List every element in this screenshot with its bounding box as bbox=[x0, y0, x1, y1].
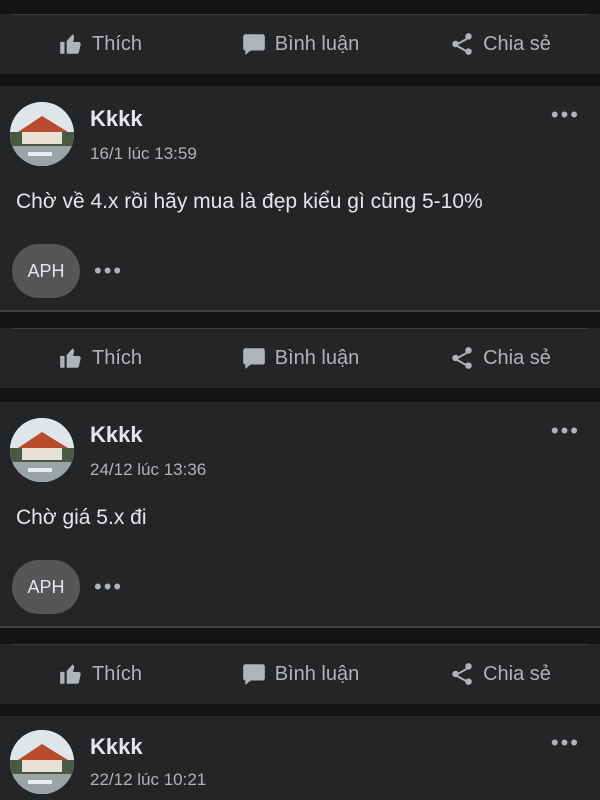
post-timestamp: 24/12 lúc 13:36 bbox=[90, 460, 207, 479]
comment-button[interactable]: Bình luận bbox=[200, 31, 400, 57]
share-icon bbox=[452, 347, 472, 369]
share-label: Chia sẻ bbox=[483, 346, 551, 369]
share-icon bbox=[452, 33, 472, 55]
comment-label: Bình luận bbox=[274, 662, 360, 685]
share-button[interactable]: Chia sẻ bbox=[400, 661, 600, 687]
thumbs-up-icon bbox=[60, 664, 81, 684]
action-bar: Thích Bình luận Chia sẻ bbox=[0, 14, 600, 74]
share-label: Chia sẻ bbox=[483, 32, 551, 55]
like-label: Thích bbox=[91, 32, 143, 55]
reaction-more-icon[interactable]: ••• bbox=[94, 574, 123, 600]
like-label: Thích bbox=[91, 346, 143, 369]
reaction-badge[interactable]: APH bbox=[12, 244, 80, 298]
post-timestamp: 16/1 lúc 13:59 bbox=[90, 144, 197, 163]
post-card: Kkkk 22/12 lúc 10:21 ••• bbox=[0, 716, 600, 800]
like-button[interactable]: Thích bbox=[0, 661, 200, 687]
reaction-row: APH ••• bbox=[12, 244, 123, 298]
comment-button[interactable]: Bình luận bbox=[200, 661, 400, 687]
more-icon[interactable]: ••• bbox=[551, 732, 580, 754]
comment-icon bbox=[242, 664, 265, 685]
avatar-image bbox=[10, 102, 74, 166]
divider bbox=[0, 626, 600, 628]
post-card: Kkkk 24/12 lúc 13:36 ••• Chờ giá 5.x đi … bbox=[0, 402, 600, 628]
avatar-image bbox=[10, 418, 74, 482]
avatar-image bbox=[10, 730, 74, 794]
post-card: Kkkk 16/1 lúc 13:59 ••• Chờ về 4.x rồi h… bbox=[0, 86, 600, 312]
thumbs-up-icon bbox=[60, 34, 81, 54]
like-button[interactable]: Thích bbox=[0, 345, 200, 371]
reaction-badge[interactable]: APH bbox=[12, 560, 80, 614]
more-icon[interactable]: ••• bbox=[551, 104, 580, 126]
post-text: Chờ về 4.x rồi hãy mua là đẹp kiểu gì cũ… bbox=[16, 190, 483, 213]
share-label: Chia sẻ bbox=[483, 662, 551, 685]
comment-label: Bình luận bbox=[274, 32, 360, 55]
action-bar: Thích Bình luận Chia sẻ bbox=[0, 328, 600, 388]
share-button[interactable]: Chia sẻ bbox=[400, 31, 600, 57]
author-name[interactable]: Kkkk bbox=[90, 734, 143, 760]
avatar[interactable] bbox=[10, 730, 74, 794]
comment-icon bbox=[242, 348, 265, 369]
action-bar: Thích Bình luận Chia sẻ bbox=[0, 644, 600, 704]
thumbs-up-icon bbox=[60, 348, 81, 368]
share-icon bbox=[452, 663, 472, 685]
comment-label: Bình luận bbox=[274, 346, 360, 369]
post-timestamp: 22/12 lúc 10:21 bbox=[90, 770, 207, 789]
avatar[interactable] bbox=[10, 418, 74, 482]
like-label: Thích bbox=[91, 662, 143, 685]
like-button[interactable]: Thích bbox=[0, 31, 200, 57]
post-text: Chờ giá 5.x đi bbox=[16, 506, 147, 529]
more-icon[interactable]: ••• bbox=[551, 420, 580, 442]
reaction-more-icon[interactable]: ••• bbox=[94, 258, 123, 284]
comment-icon bbox=[242, 34, 265, 55]
avatar[interactable] bbox=[10, 102, 74, 166]
reaction-row: APH ••• bbox=[12, 560, 123, 614]
share-button[interactable]: Chia sẻ bbox=[400, 345, 600, 371]
author-name[interactable]: Kkkk bbox=[90, 106, 143, 132]
divider bbox=[0, 310, 600, 312]
comment-button[interactable]: Bình luận bbox=[200, 345, 400, 371]
author-name[interactable]: Kkkk bbox=[90, 422, 143, 448]
